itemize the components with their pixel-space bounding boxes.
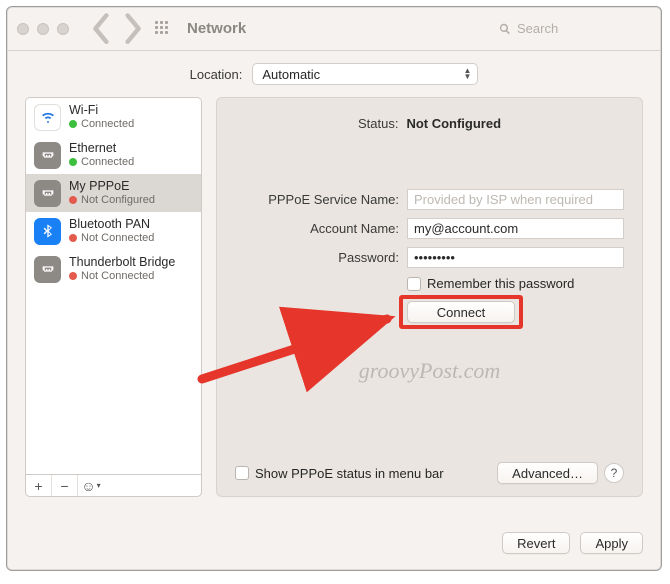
detail-pane: Status: Not Configured PPPoE Service Nam… bbox=[216, 97, 643, 497]
sidebar-item-pppoe[interactable]: My PPPoE Not Configured bbox=[26, 174, 201, 212]
sidebar-item-thunderbolt[interactable]: Thunderbolt Bridge Not Connected bbox=[26, 250, 201, 288]
sidebar-item-label: Thunderbolt Bridge bbox=[69, 255, 175, 269]
sidebar: Wi-Fi Connected Ethernet Connected bbox=[25, 97, 202, 497]
password-label: Password: bbox=[235, 250, 399, 265]
bluetooth-icon bbox=[34, 218, 61, 245]
status-dot-icon bbox=[69, 196, 77, 204]
sidebar-item-bluetooth[interactable]: Bluetooth PAN Not Connected bbox=[26, 212, 201, 250]
sidebar-item-label: Ethernet bbox=[69, 141, 134, 155]
status-label: Status: bbox=[358, 116, 398, 131]
account-name-label: Account Name: bbox=[235, 221, 399, 236]
back-button[interactable] bbox=[91, 18, 113, 40]
revert-button[interactable]: Revert bbox=[502, 532, 570, 554]
service-name-label: PPPoE Service Name: bbox=[235, 192, 399, 207]
apply-button[interactable]: Apply bbox=[580, 532, 643, 554]
remember-password-checkbox[interactable] bbox=[407, 277, 421, 291]
zoom-window-button[interactable] bbox=[57, 23, 69, 35]
thunderbolt-icon bbox=[34, 256, 61, 283]
service-options-button[interactable]: ☺︎▾ bbox=[78, 475, 104, 496]
status-dot-icon bbox=[69, 272, 77, 280]
annotation-highlight bbox=[399, 295, 523, 329]
chevron-updown-icon: ▲▼ bbox=[463, 68, 471, 80]
sidebar-item-label: Wi-Fi bbox=[69, 103, 134, 117]
sidebar-actions: + − ☺︎▾ bbox=[25, 474, 202, 497]
ethernet-icon bbox=[34, 142, 61, 169]
footer-actions: Revert Apply bbox=[502, 532, 643, 554]
window-title: Network bbox=[187, 20, 246, 37]
show-status-checkbox[interactable] bbox=[235, 466, 249, 480]
location-select[interactable]: Automatic ▲▼ bbox=[252, 63, 478, 85]
service-list: Wi-Fi Connected Ethernet Connected bbox=[25, 97, 202, 474]
show-status-label: Show PPPoE status in menu bar bbox=[255, 466, 444, 481]
status-dot-icon bbox=[69, 158, 77, 166]
window-controls bbox=[17, 23, 69, 35]
sidebar-item-ethernet[interactable]: Ethernet Connected bbox=[26, 136, 201, 174]
wifi-icon bbox=[34, 104, 61, 131]
location-row: Location: Automatic ▲▼ bbox=[7, 51, 661, 97]
account-name-input[interactable] bbox=[407, 218, 624, 239]
location-label: Location: bbox=[190, 67, 243, 82]
status-dot-icon bbox=[69, 234, 77, 242]
close-window-button[interactable] bbox=[17, 23, 29, 35]
show-all-icon[interactable] bbox=[155, 21, 171, 37]
location-value: Automatic bbox=[262, 67, 320, 82]
sidebar-item-label: Bluetooth PAN bbox=[69, 217, 154, 231]
pppoe-icon bbox=[34, 180, 61, 207]
add-service-button[interactable]: + bbox=[26, 475, 52, 496]
search-icon bbox=[499, 23, 511, 35]
advanced-button[interactable]: Advanced… bbox=[497, 462, 598, 484]
sidebar-item-label: My PPPoE bbox=[69, 179, 155, 193]
password-input[interactable] bbox=[407, 247, 624, 268]
window-frame: Network Search Location: Automatic ▲▼ Wi… bbox=[6, 6, 662, 571]
search-field[interactable]: Search bbox=[491, 18, 651, 40]
service-name-input[interactable] bbox=[407, 189, 624, 210]
status-value: Not Configured bbox=[406, 116, 501, 131]
sidebar-item-wifi[interactable]: Wi-Fi Connected bbox=[26, 98, 201, 136]
remember-password-label: Remember this password bbox=[427, 276, 574, 291]
titlebar: Network Search bbox=[7, 7, 661, 51]
remove-service-button[interactable]: − bbox=[52, 475, 78, 496]
status-dot-icon bbox=[69, 120, 77, 128]
help-button[interactable]: ? bbox=[604, 463, 624, 483]
forward-button[interactable] bbox=[121, 18, 143, 40]
minimize-window-button[interactable] bbox=[37, 23, 49, 35]
search-placeholder: Search bbox=[517, 21, 558, 36]
watermark: groovyPost.com bbox=[217, 358, 642, 384]
